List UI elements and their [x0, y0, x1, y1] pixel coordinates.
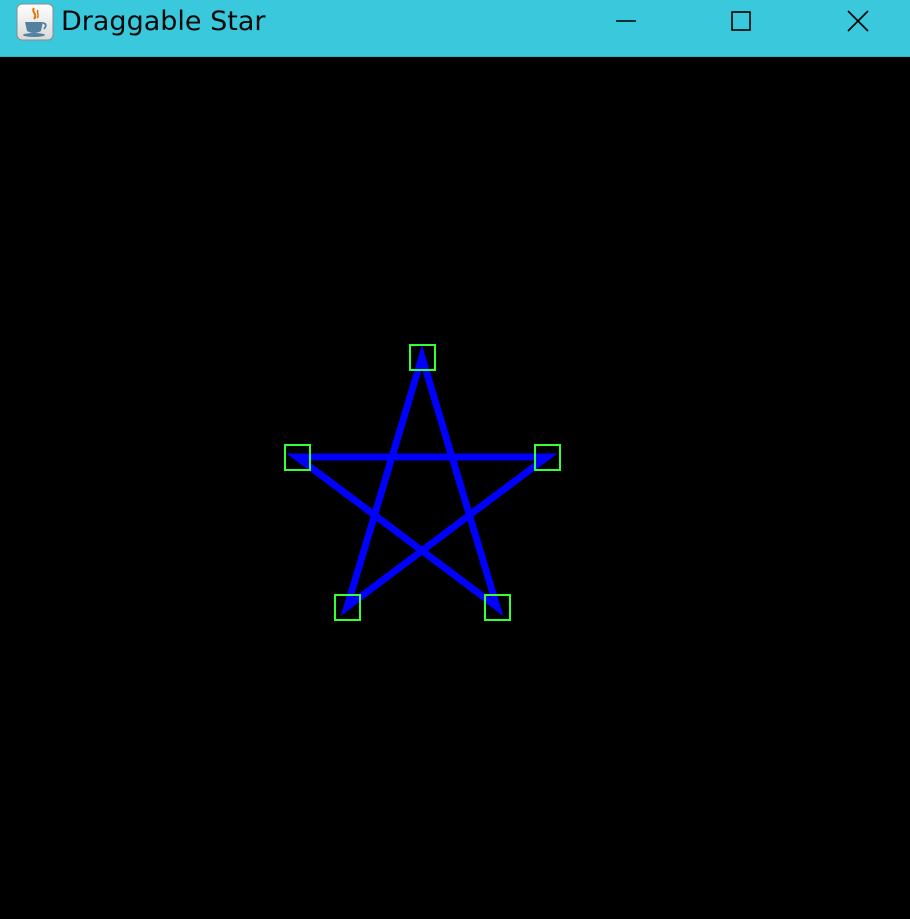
star-shape — [286, 344, 558, 617]
close-icon — [847, 10, 869, 32]
maximize-button[interactable] — [713, 0, 769, 42]
window-title: Draggable Star — [61, 6, 266, 37]
star-outline — [286, 344, 558, 617]
app-window: Draggable Star — [0, 0, 910, 919]
minimize-button[interactable] — [598, 0, 654, 42]
drawing-canvas[interactable] — [0, 57, 910, 919]
maximize-icon — [731, 11, 751, 31]
close-button[interactable] — [830, 0, 886, 42]
java-cup-icon — [16, 3, 54, 41]
title-bar[interactable]: Draggable Star — [0, 0, 910, 57]
